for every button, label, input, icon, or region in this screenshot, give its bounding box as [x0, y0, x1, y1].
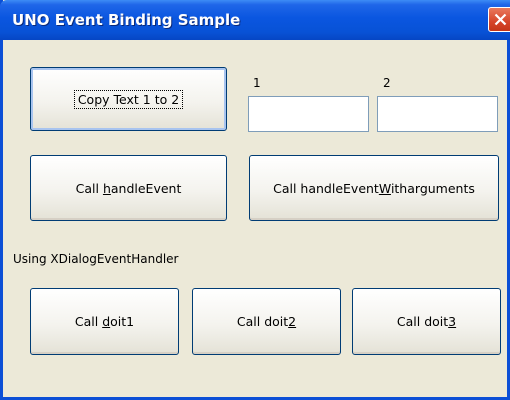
call-doit2-label: Call doit2 — [236, 314, 297, 329]
field-2-label: 2 — [383, 76, 391, 90]
text-field-2[interactable] — [377, 96, 498, 132]
copy-text-button[interactable]: Copy Text 1 to 2 — [30, 67, 227, 131]
copy-text-label: Copy Text 1 to 2 — [73, 89, 184, 109]
call-handle-event-with-arguments-button[interactable]: Call handleEventWitharguments — [249, 155, 499, 221]
close-icon — [494, 13, 507, 26]
call-handle-event-button[interactable]: Call handleEvent — [30, 155, 227, 221]
call-doit3-button[interactable]: Call doit3 — [352, 288, 501, 355]
call-handle-event-with-arguments-label: Call handleEventWitharguments — [273, 180, 475, 196]
call-doit3-label: Call doit3 — [396, 314, 457, 329]
call-handle-event-label: Call handleEvent — [75, 180, 182, 196]
call-doit2-button[interactable]: Call doit2 — [192, 288, 341, 355]
window-title: UNO Event Binding Sample — [12, 11, 241, 29]
xdialog-event-handler-label: Using XDialogEventHandler — [13, 252, 179, 266]
field-1-label: 1 — [253, 76, 261, 90]
call-doit1-button[interactable]: Call doit1 — [30, 288, 179, 355]
close-button[interactable] — [488, 7, 510, 32]
text-field-1[interactable] — [248, 96, 369, 132]
dialog-window: UNO Event Binding Sample Copy Text 1 to … — [0, 0, 510, 400]
call-doit1-label: Call doit1 — [74, 314, 135, 329]
title-bar[interactable]: UNO Event Binding Sample — [0, 0, 510, 40]
